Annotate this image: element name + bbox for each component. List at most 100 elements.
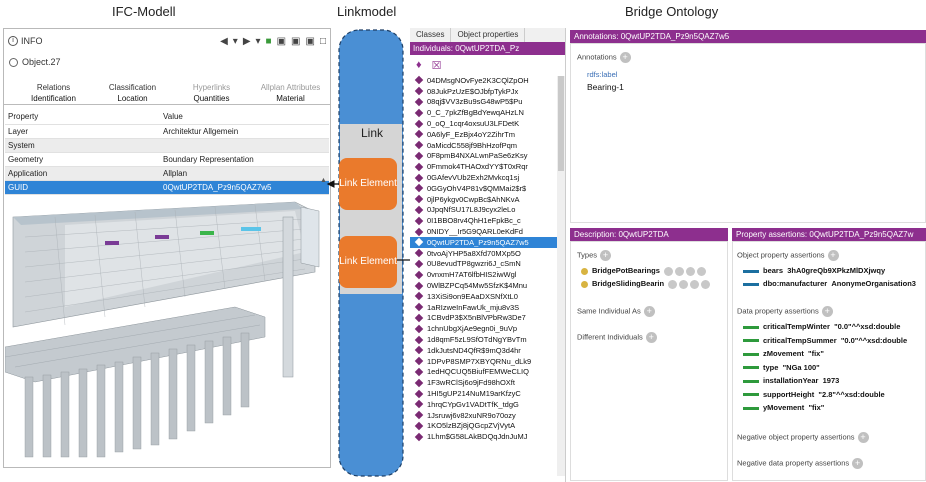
list-item[interactable]: 1CBvdP3$X5nBlVPbRw3De7 (410, 313, 565, 324)
list-item[interactable]: 0NIDY__Ir5G9QARL0eKdFd (410, 226, 565, 237)
list-item[interactable]: 0A6lyF_EzBjx4oY2ZihrTm (410, 129, 565, 140)
list-item[interactable]: 0Fmmok4THAOxdYY$T0xRqr (410, 161, 565, 172)
list-item[interactable]: 1DPvP8SMP7XBYQRNu_dLk9 (410, 356, 565, 367)
list-item[interactable]: 0tvoAjYHP5a8Xfd70MXp5O (410, 248, 565, 259)
add-same-individual-icon[interactable]: + (643, 306, 655, 317)
object-assertion[interactable]: bears 3hA0greQb9XPkzMlDXjwqy (743, 266, 885, 275)
list-item[interactable]: 0jlP6ykgv0CwpBc$AhNKvA (410, 194, 565, 205)
list-item[interactable]: 0GAfevVUb2Exh2Mvkcq1sj (410, 172, 565, 183)
paint-icon[interactable]: ■ (266, 36, 272, 47)
forward-icon[interactable]: ▶ (243, 36, 251, 47)
tab-hyperlinks[interactable]: Hyperlinks (172, 83, 251, 92)
individual-name: 1aRIzweInFawUk_mju8v3S (427, 302, 520, 312)
data-assertion[interactable]: zMovement "fix" (743, 349, 824, 358)
tab-classification[interactable]: Classification (93, 83, 172, 92)
menu-chevron-icon[interactable]: ▾ (256, 36, 261, 47)
copy-icon[interactable]: ▣ (306, 36, 315, 47)
add-individual-icon[interactable]: ♦ (416, 59, 422, 71)
individual-icon (414, 216, 424, 225)
link-element-1[interactable]: Link Element (339, 158, 397, 210)
data-assertion[interactable]: criticalTempWinter "0.0"^^xsd:double (743, 322, 900, 331)
list-item[interactable]: 0WlBZPCq54Mw5SfzK$4Mnu (410, 280, 565, 291)
list-item[interactable]: 0aMicdC558jf9BhHzofPqm (410, 140, 565, 151)
neg-object-label: Negative object property assertions (737, 432, 855, 442)
list-item[interactable]: 1KO5lzBZj8jQGcpZVjVytA (410, 421, 565, 432)
tab-object-properties[interactable]: Object properties (451, 28, 526, 42)
type-item[interactable]: BridgeSlidingBearin (581, 279, 711, 289)
delete-individual-icon[interactable]: ☒ (432, 59, 442, 72)
list-item[interactable]: 08JukPzUzE$OJbfpTykPJx (410, 86, 565, 97)
table-row[interactable]: Layer Architektur Allgemein (5, 125, 329, 139)
print-icon[interactable]: ▣ (277, 36, 286, 47)
individual-name: 0NIDY__Ir5G9QARL0eKdFd (427, 227, 523, 237)
list-item[interactable]: 0JpqNfSU17L8J9cyx2leLo (410, 205, 565, 216)
list-item[interactable]: 1edHQCUQ5BiufFEMWeCLIQ (410, 367, 565, 378)
data-assertion[interactable]: type "NGa 100" (743, 363, 820, 372)
object-selector[interactable]: Object.27 (4, 53, 330, 71)
list-item[interactable]: 1aRIzweInFawUk_mju8v3S (410, 302, 565, 313)
data-assertion[interactable]: supportHeight "2.8"^^xsd:double (743, 390, 885, 399)
individual-icon (414, 205, 424, 215)
list-item[interactable]: 0_C_7pkZfBgBdYewqAHzLN (410, 107, 565, 118)
bridge-3d-view[interactable] (5, 197, 329, 467)
add-object-assertion-icon[interactable]: + (827, 250, 839, 261)
individual-icon (414, 130, 424, 139)
list-item[interactable]: 08qj$VV3zBu9sG48wP5$Pu (410, 97, 565, 108)
list-item[interactable]: 0vnxmH7AT6lfbHIS2iwWgl (410, 269, 565, 280)
table-row[interactable]: System (5, 139, 329, 153)
data-assertion[interactable]: yMovement "fix" (743, 403, 824, 412)
list-item[interactable]: 13XiSi9on9EAaDXSNfXtL0 (410, 291, 565, 302)
tab-allplan-attributes[interactable]: Allplan Attributes (251, 83, 330, 92)
add-neg-data-icon[interactable]: + (852, 458, 864, 469)
tab-location[interactable]: Location (93, 94, 172, 103)
individual-icon (414, 238, 424, 247)
list-item[interactable]: 1d8qmF5zL9SfOTdNgYBvTm (410, 334, 565, 345)
table-row[interactable]: Geometry Boundary Representation (5, 153, 329, 167)
link-element-2[interactable]: Link Element (339, 236, 397, 288)
window-icon[interactable]: □ (320, 36, 326, 47)
back-icon[interactable]: ◀ (220, 36, 228, 47)
tab-identification[interactable]: Identification (14, 94, 93, 103)
list-item[interactable]: 0_oQ_1cqr4oxsuU3LFDetK (410, 118, 565, 129)
table-scroll-up-icon[interactable]: ▲ (320, 177, 328, 184)
list-item[interactable]: 0U8evudTP8gwzri6J_cSmN (410, 259, 565, 270)
add-annotation-icon[interactable]: + (619, 52, 631, 63)
type-item[interactable]: BridgePotBearings (581, 266, 706, 276)
list-item[interactable]: 1hrqCYpGv1VADtTfK_tdgG (410, 399, 565, 410)
row-value: Architektur Allgemein (163, 127, 239, 136)
individual-name: 1chnUbgXjAe9egn0i_9uVp (427, 324, 518, 334)
list-item[interactable]: 0GGyOhV4P81v$QMMai2$r$ (410, 183, 565, 194)
object-assertion[interactable]: dbo:manufacturer AnonymeOrganisation3 (743, 279, 916, 288)
data-assertion[interactable]: installationYear 1973 (743, 376, 839, 385)
tab-quantities[interactable]: Quantities (172, 94, 251, 103)
list-item[interactable]: 04DMsgNOvFye2K3CQlZpOH (410, 75, 565, 86)
individual-icon (414, 292, 424, 301)
list-item[interactable]: 0F8pmB4NXALwnPaSe6zKsy (410, 151, 565, 162)
individual-icon (414, 356, 424, 366)
list-item-selected[interactable]: 0QwtUP2TDA_Pz9n5QAZ7w5 (410, 236, 565, 248)
add-data-assertion-icon[interactable]: + (821, 306, 833, 317)
list-item[interactable]: 1HI5gUP214NuM19arKfzyC (410, 388, 565, 399)
scroll-thumb[interactable] (558, 76, 564, 171)
list-item[interactable]: 1Lhm$G58LAkBDQqJdnJuMJ (410, 431, 565, 442)
add-different-individual-icon[interactable]: + (645, 332, 657, 343)
tab-classes[interactable]: Classes (410, 28, 452, 42)
list-item[interactable]: 1chnUbgXjAe9egn0i_9uVp (410, 323, 565, 334)
list-item[interactable]: 1dkJutsND4QfR$9mQ3d4hr (410, 345, 565, 356)
lock-icon[interactable]: ▣ (291, 36, 300, 47)
list-item[interactable]: 1Jsruwj6v82xuNR9o70ozy (410, 410, 565, 421)
radio-icon[interactable] (9, 57, 18, 67)
data-assertions-label: Data property assertions (737, 306, 819, 316)
add-type-icon[interactable]: + (600, 250, 612, 261)
list-item[interactable]: 0I1BBO8rv4QhH1eFpkBc_c (410, 215, 565, 226)
add-neg-object-icon[interactable]: + (857, 432, 869, 443)
individual-name: 0QwtUP2TDA_Pz9n5QAZ7w5 (427, 237, 529, 247)
tab-material[interactable]: Material (251, 94, 330, 103)
table-row[interactable]: Application Allplan (5, 167, 329, 181)
individuals-scrollbar[interactable] (557, 76, 565, 476)
table-row-selected[interactable]: GUID 0QwtUP2TDA_Pz9n5QAZ7w5 (5, 181, 329, 195)
data-assertion[interactable]: criticalTempSummer "0.0"^^xsd:double (743, 336, 907, 345)
list-item[interactable]: 1F3wRClSj6o9jFd98hOXft (410, 377, 565, 388)
tab-relations[interactable]: Relations (14, 83, 93, 92)
dropdown-icon[interactable]: ▾ (233, 36, 238, 47)
